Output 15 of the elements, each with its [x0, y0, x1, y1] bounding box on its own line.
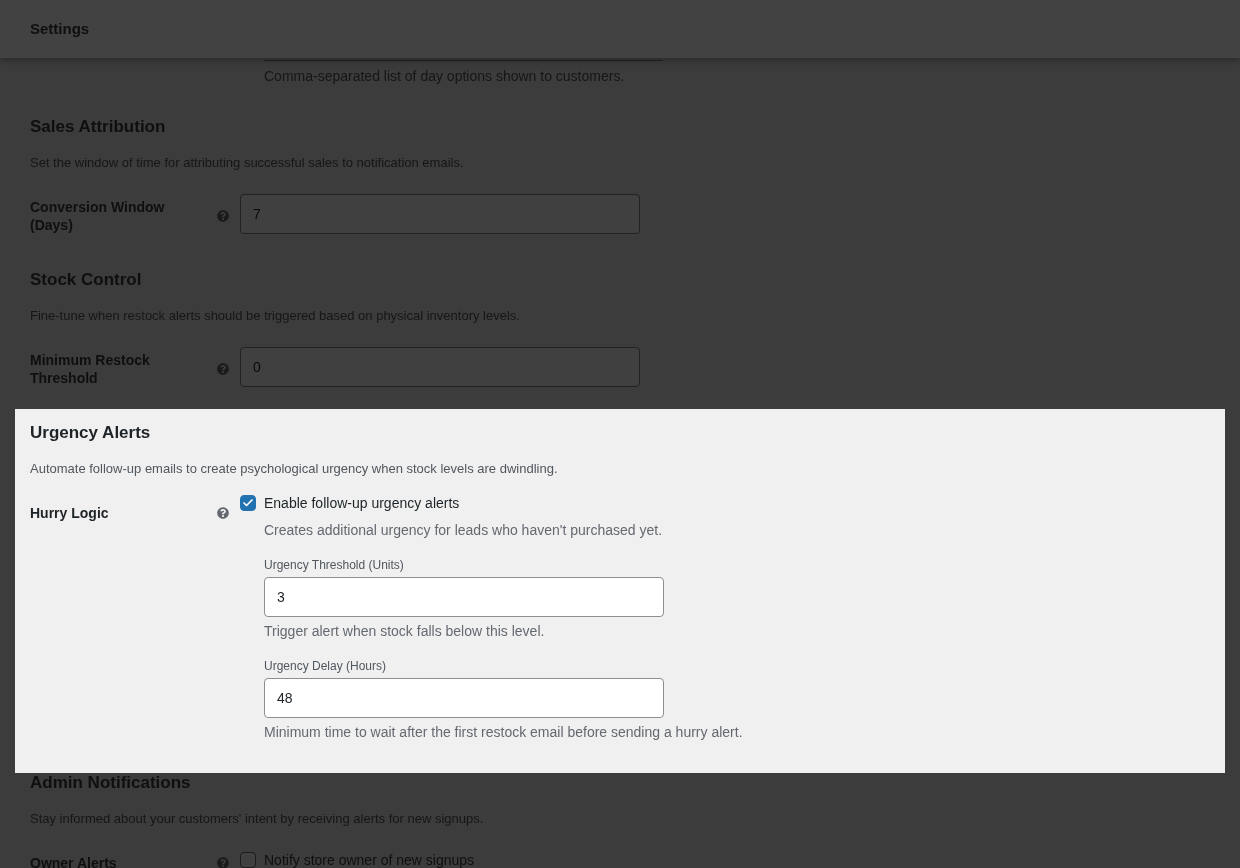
- checkbox-label[interactable]: Enable follow-up urgency alerts: [264, 494, 460, 512]
- field-label: Hurry Logic: [30, 504, 110, 522]
- field-hint: Trigger alert when stock falls below this level.: [264, 622, 545, 640]
- checkbox[interactable]: [240, 495, 256, 511]
- checkbox[interactable]: [240, 852, 256, 868]
- field-label: Urgency Delay (Hours): [264, 658, 387, 674]
- field-hint: Creates additional urgency for leads who haven't purchased yet.: [264, 521, 663, 539]
- field-hint: Minimum time to wait after the first restock email before sending a hurry alert.: [264, 723, 743, 741]
- number-input[interactable]: 48: [264, 678, 664, 718]
- field-label: Urgency Threshold (Units): [264, 557, 404, 573]
- check-icon: [242, 497, 254, 509]
- number-input[interactable]: 3: [264, 577, 664, 617]
- help-icon[interactable]: [217, 507, 229, 519]
- section-title: Urgency Alerts: [30, 422, 151, 444]
- section-description: Automate follow-up emails to create psychological urgency when stock levels are dwindling.: [30, 460, 558, 478]
